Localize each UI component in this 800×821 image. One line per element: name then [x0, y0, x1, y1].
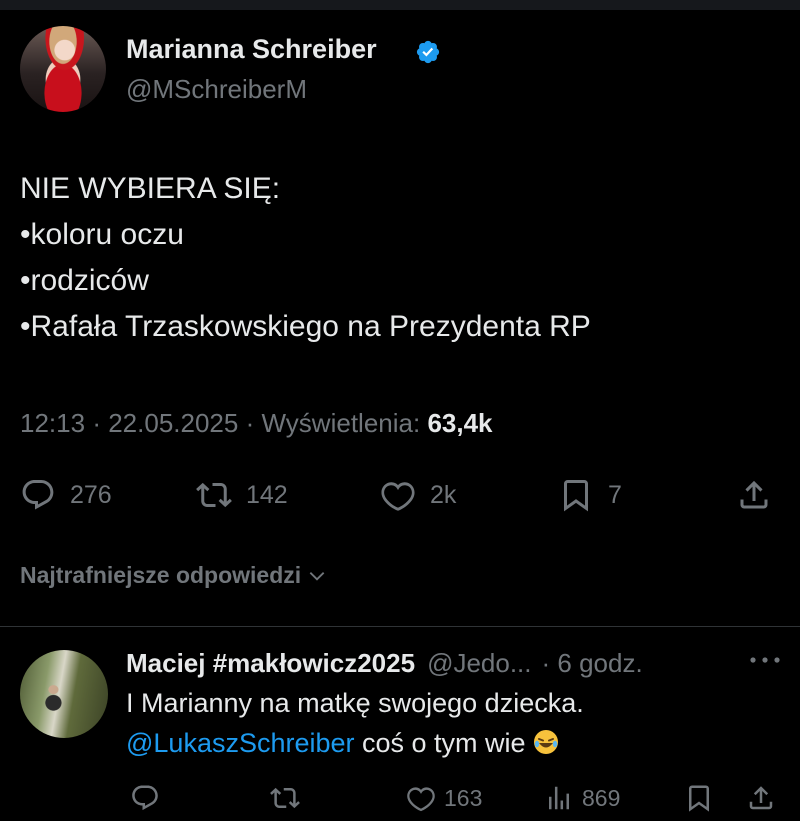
views-icon: [549, 786, 569, 810]
retweet-icon: [196, 482, 232, 508]
reply-time[interactable]: · 6 godz.: [542, 648, 643, 679]
tweet-time[interactable]: 12:13: [20, 408, 85, 438]
meta-separator: ·: [92, 408, 101, 438]
retweet-count: 142: [246, 480, 288, 509]
tweet-text-line: •koloru oczu: [20, 218, 184, 251]
reply-retweet-button[interactable]: [270, 782, 300, 814]
chevron-down-icon: [309, 571, 325, 581]
bookmark-icon: [564, 480, 588, 512]
share-button[interactable]: [736, 475, 772, 515]
author-handle[interactable]: @MSchreiberM: [126, 74, 307, 105]
tweet-date[interactable]: 22.05.2025: [108, 408, 238, 438]
reply-icon: [132, 785, 158, 811]
meta-separator: ·: [245, 408, 255, 438]
tweet-meta: 12:13 · 22.05.2025 · Wyświetlenia: 63,4k: [20, 408, 493, 439]
top-edge: [0, 0, 800, 10]
reply-reply-button[interactable]: [130, 782, 160, 814]
tweet-text-line: •Rafała Trzaskowskiego na Prezydenta RP: [20, 310, 591, 343]
reply-like-count: 163: [444, 784, 483, 811]
like-icon: [381, 482, 415, 511]
laughing-emoji-icon: [533, 730, 558, 754]
reply-button[interactable]: 276: [20, 475, 112, 515]
verified-badge-icon: [416, 40, 440, 64]
like-button[interactable]: 2k: [380, 475, 456, 515]
reply-bookmark-button[interactable]: [684, 782, 714, 814]
replies-sort-dropdown[interactable]: Najtrafniejsze odpowiedzi: [20, 562, 327, 589]
tweet-text-line: •rodziców: [20, 264, 149, 297]
author-avatar[interactable]: [20, 26, 106, 112]
reply-text-line: I Marianny na matkę swojego dziecka.: [126, 688, 584, 718]
mention-link[interactable]: @LukaszSchreiber: [126, 728, 355, 758]
reply-avatar[interactable]: [20, 650, 108, 738]
divider: [0, 626, 800, 627]
share-icon: [740, 480, 768, 509]
reply-count: 276: [70, 480, 112, 509]
author-name[interactable]: Marianna Schreiber: [126, 34, 377, 65]
bookmark-count: 7: [608, 480, 622, 509]
retweet-button[interactable]: 142: [196, 475, 288, 515]
bookmark-button[interactable]: 7: [558, 475, 622, 515]
share-icon: [749, 786, 773, 810]
replies-sort-label: Najtrafniejsze odpowiedzi: [20, 562, 302, 588]
reply-view-count: 869: [582, 784, 621, 811]
reply-header: Maciej #makłowicz2025 @Jedo... · 6 godz.: [126, 648, 643, 679]
reply-icon: [22, 480, 54, 510]
tweet-text-line: NIE WYBIERA SIĘ:: [20, 172, 281, 205]
views-label: Wyświetlenia:: [261, 408, 421, 438]
reply-like-button[interactable]: 163: [406, 782, 482, 814]
reply-share-button[interactable]: [746, 782, 776, 814]
reply-views-button[interactable]: 869: [544, 782, 620, 814]
like-icon: [407, 787, 435, 812]
like-count: 2k: [430, 480, 457, 509]
reply-author-name[interactable]: Maciej #makłowicz2025: [126, 648, 415, 679]
more-icon[interactable]: [748, 650, 782, 670]
retweet-icon: [270, 787, 300, 809]
bookmark-icon: [689, 785, 709, 812]
reply-text-tail: coś o tym wie: [354, 728, 526, 758]
reply-text-line: @LukaszSchreiber coś o tym wie: [126, 728, 560, 759]
views-count[interactable]: 63,4k: [427, 408, 492, 438]
reply-author-handle[interactable]: @Jedo...: [427, 648, 531, 679]
